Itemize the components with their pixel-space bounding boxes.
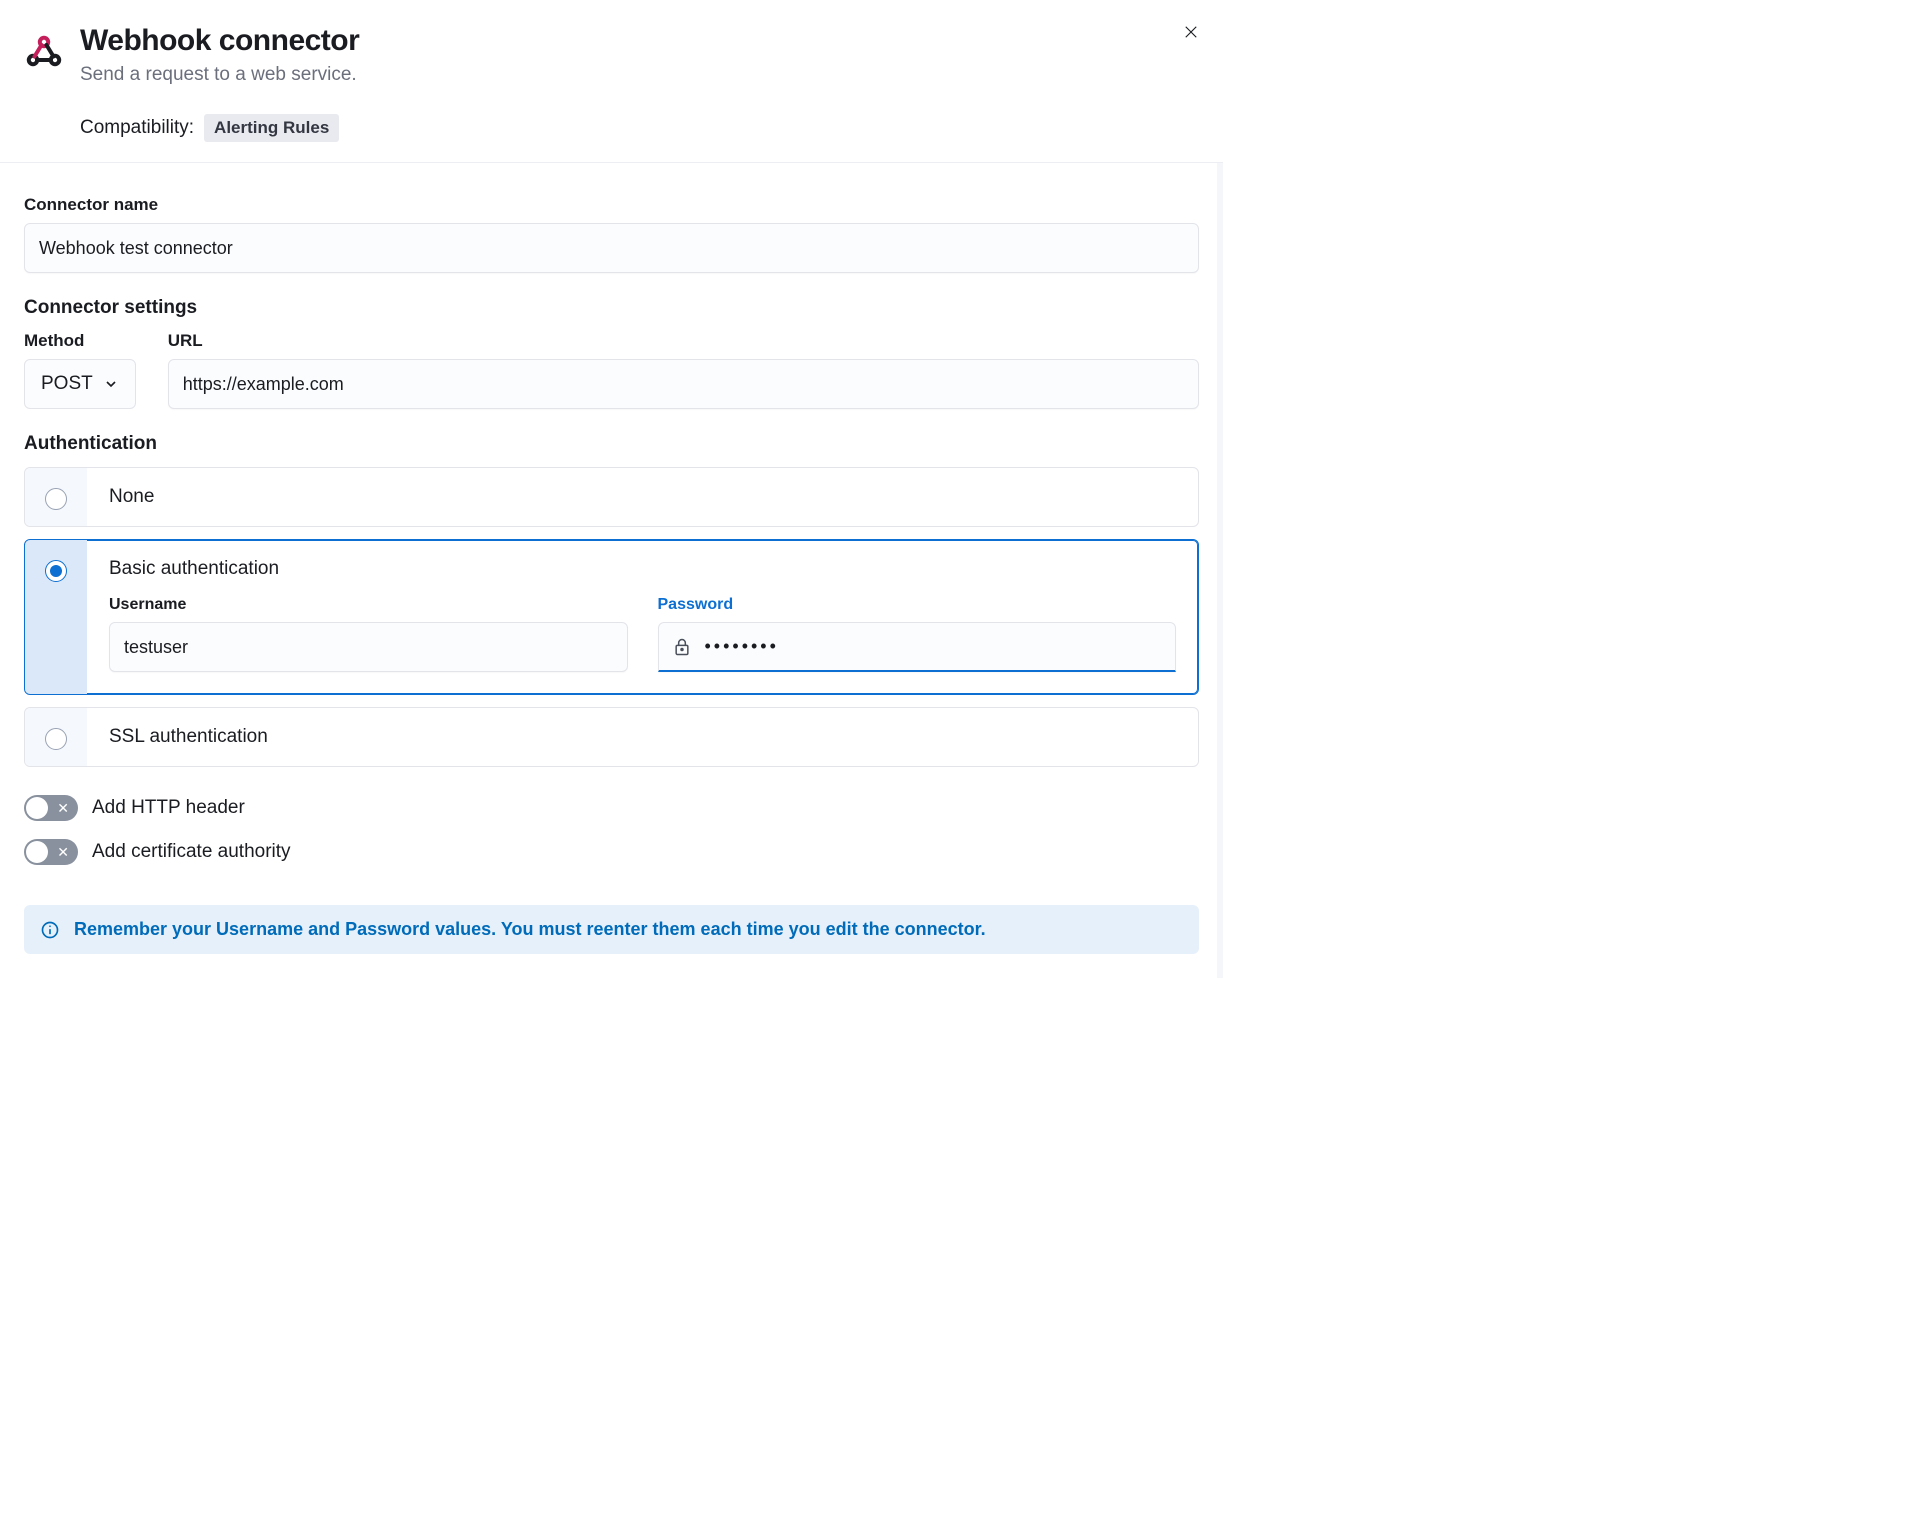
radio-icon — [45, 560, 67, 582]
chevron-down-icon — [103, 376, 119, 392]
flyout-subtitle: Send a request to a web service. — [80, 64, 359, 86]
radio-icon — [45, 488, 67, 510]
scrollbar[interactable] — [1217, 163, 1223, 978]
remember-credentials-callout: Remember your Username and Password valu… — [24, 905, 1199, 954]
auth-option-ssl-label: SSL authentication — [109, 726, 1176, 748]
compatibility-row: Compatibility: Alerting Rules — [80, 114, 359, 142]
password-label: Password — [658, 596, 1177, 614]
url-label: URL — [168, 331, 1199, 351]
flyout-title: Webhook connector — [80, 24, 359, 58]
compatibility-badge: Alerting Rules — [204, 114, 339, 142]
method-select[interactable]: POST — [24, 359, 136, 409]
close-icon — [1182, 23, 1200, 41]
method-value: POST — [41, 373, 93, 395]
username-input[interactable] — [109, 622, 628, 672]
auth-option-basic-label: Basic authentication — [109, 558, 1176, 580]
close-button[interactable] — [1175, 16, 1207, 48]
compatibility-label: Compatibility: — [80, 117, 194, 139]
authentication-label: Authentication — [24, 433, 1199, 455]
auth-option-none-label: None — [109, 486, 1176, 508]
info-icon — [40, 920, 60, 940]
connector-name-label: Connector name — [24, 195, 1199, 215]
add-http-header-label: Add HTTP header — [92, 797, 245, 819]
auth-option-none[interactable]: None — [24, 467, 1199, 527]
radio-icon — [45, 728, 67, 750]
username-label: Username — [109, 596, 628, 614]
flyout-body: Connector name Connector settings Method… — [0, 163, 1223, 978]
webhook-icon — [24, 32, 64, 72]
x-icon: ✕ — [57, 801, 69, 815]
password-input[interactable] — [658, 622, 1177, 672]
x-icon: ✕ — [57, 845, 69, 859]
auth-option-ssl[interactable]: SSL authentication — [24, 707, 1199, 767]
lock-icon — [672, 637, 692, 657]
flyout-header: Webhook connector Send a request to a we… — [0, 0, 1223, 163]
url-input[interactable] — [168, 359, 1199, 409]
add-cert-authority-toggle[interactable]: ✕ — [24, 839, 78, 865]
connector-name-input[interactable] — [24, 223, 1199, 273]
add-cert-authority-label: Add certificate authority — [92, 841, 291, 863]
method-label: Method — [24, 331, 136, 351]
connector-settings-label: Connector settings — [24, 297, 1199, 319]
auth-option-basic[interactable]: Basic authentication Username Password — [24, 539, 1199, 695]
webhook-connector-flyout: Webhook connector Send a request to a we… — [0, 0, 1223, 978]
add-http-header-toggle[interactable]: ✕ — [24, 795, 78, 821]
callout-text: Remember your Username and Password valu… — [74, 919, 986, 940]
